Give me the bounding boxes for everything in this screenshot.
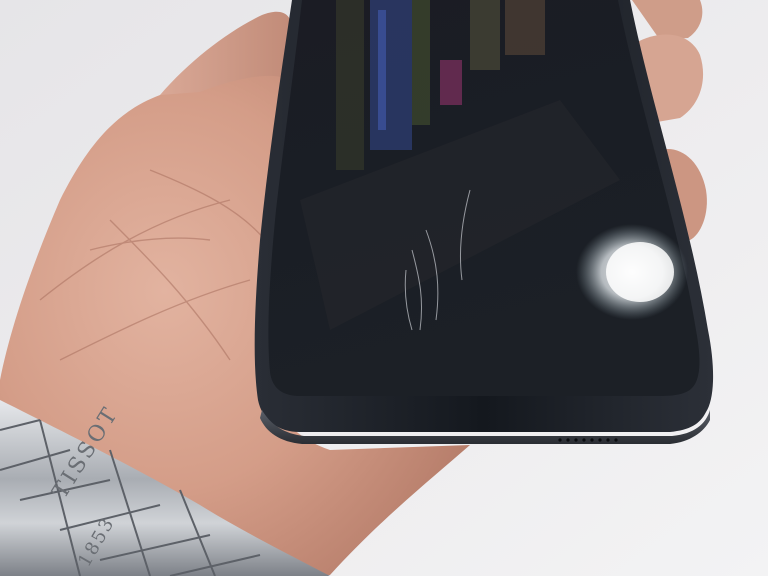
screen-glare-core — [606, 242, 674, 302]
photo-scene: TISSOT 1853 — [0, 0, 768, 576]
smartphone — [254, 0, 714, 444]
